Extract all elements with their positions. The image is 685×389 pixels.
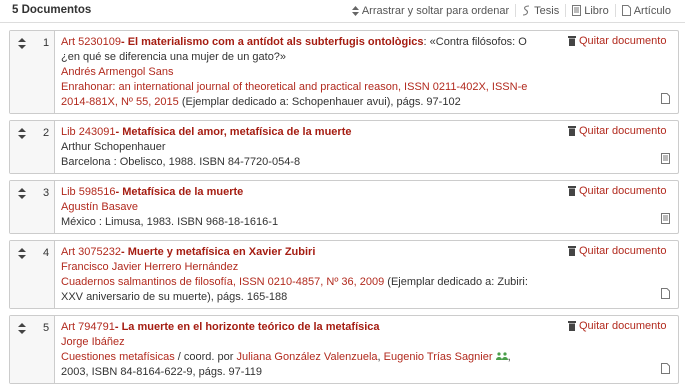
remove-document-button[interactable]: Quitar documento <box>568 35 666 47</box>
doc-title-link[interactable]: La muerte en el horizonte teórico de la … <box>122 321 380 333</box>
coordinator-link[interactable]: Juliana González Valenzuela <box>236 351 377 363</box>
filter-tesis-label: Tesis <box>534 4 560 17</box>
drag-arrows-icon[interactable] <box>18 248 26 262</box>
article-icon <box>661 288 670 302</box>
article-icon <box>661 93 670 107</box>
remove-label: Quitar documento <box>579 125 667 137</box>
results-header: 5 Documentos Arrastrar y soltar para ord… <box>0 0 685 23</box>
doc-type: Lib <box>61 186 76 198</box>
filter-articulo-label: Artículo <box>633 4 671 17</box>
author-link[interactable]: Francisco Javier Herrero Hernández <box>61 261 238 273</box>
sort-control[interactable]: Arrastrar y soltar para ordenar <box>346 5 515 17</box>
drag-handle[interactable]: 3 <box>10 181 55 233</box>
remove-document-button[interactable]: Quitar documento <box>568 185 666 197</box>
doc-type: Art <box>61 36 76 48</box>
doc-type: Art <box>61 321 76 333</box>
document-item[interactable]: 1 Art 5230109- El materialismo com a ant… <box>9 30 679 114</box>
item-number: 5 <box>43 322 50 334</box>
document-item[interactable]: 2 Lib 243091- Metafísica del amor, metaf… <box>9 120 679 174</box>
filter-articulo[interactable]: Artículo <box>616 5 677 17</box>
doc-type: Lib <box>61 126 76 138</box>
trash-icon <box>568 186 576 196</box>
trash-icon <box>568 126 576 136</box>
drag-handle[interactable]: 4 <box>10 241 55 308</box>
remove-document-button[interactable]: Quitar documento <box>568 125 666 137</box>
document-item[interactable]: 5 Art 794791- La muerte en el horizonte … <box>9 315 679 384</box>
trash-icon <box>568 36 576 46</box>
issue-link[interactable]: Nº 55, 2015 <box>121 96 179 108</box>
drag-arrows-icon[interactable] <box>18 128 26 142</box>
document-item[interactable]: 3 Lib 598516- Metafísica de la muerte Ag… <box>9 180 679 234</box>
item-number: 1 <box>43 37 50 49</box>
doc-title-link[interactable]: El materialismo com a antídot als subter… <box>128 36 424 48</box>
publication-info: México : Limusa, 1983. ISBN 968-18-1616-… <box>61 216 279 228</box>
toolbar: Arrastrar y soltar para ordenar Tesis Li… <box>346 4 677 17</box>
doc-title-link[interactable]: Muerte y metafísica en Xavier Zubiri <box>128 246 316 258</box>
drag-handle[interactable]: 1 <box>10 31 55 113</box>
publication-info: Barcelona : Obelisco, 1988. ISBN 84-7720… <box>61 156 301 168</box>
author-link[interactable]: Jorge Ibáñez <box>61 336 125 348</box>
coord-prefix: / coord. por <box>174 351 237 363</box>
drag-arrows-icon[interactable] <box>18 323 26 337</box>
doc-id: 3075232 <box>78 246 121 258</box>
remove-label: Quitar documento <box>579 320 667 332</box>
doc-id: 5230109 <box>78 36 121 48</box>
thesis-icon <box>522 5 531 16</box>
doc-id: 243091 <box>78 126 116 138</box>
remove-label: Quitar documento <box>579 245 667 257</box>
doc-type: Art <box>61 246 76 258</box>
document-count: 5 Documentos <box>12 4 92 16</box>
remove-document-button[interactable]: Quitar documento <box>568 320 666 332</box>
drag-handle[interactable]: 5 <box>10 316 55 383</box>
filter-libro-label: Libro <box>584 4 609 17</box>
author-link[interactable]: Agustín Basave <box>61 201 138 213</box>
source-link[interactable]: Cuestiones metafísicas <box>61 351 175 363</box>
author-link[interactable]: Andrés Armengol Sans <box>61 66 174 78</box>
source-tail: (Ejemplar dedicado a: Schopenhauer avui)… <box>178 96 461 108</box>
book-icon <box>661 213 670 227</box>
doc-id: 794791 <box>78 321 115 333</box>
coordinator-link[interactable]: Eugenio Trías Sagnier <box>384 351 493 363</box>
trash-icon <box>568 246 576 256</box>
sort-label: Arrastrar y soltar para ordenar <box>361 4 510 17</box>
drag-handle[interactable]: 2 <box>10 121 55 173</box>
source-issn: , ISSN 0210-4857, <box>232 276 327 288</box>
doc-id: 598516 <box>78 186 116 198</box>
doc-title-link[interactable]: Metafísica de la muerte <box>122 186 243 198</box>
collaborators-icon[interactable] <box>495 351 508 363</box>
issue-link[interactable]: Nº 36, 2009 <box>326 276 384 288</box>
author-name: Arthur Schopenhauer <box>61 141 166 153</box>
document-item[interactable]: 4 Art 3075232- Muerte y metafísica en Xa… <box>9 240 679 309</box>
trash-icon <box>568 321 576 331</box>
drag-arrows-icon[interactable] <box>18 188 26 202</box>
filter-tesis[interactable]: Tesis <box>516 5 565 17</box>
doc-title-link[interactable]: Metafísica del amor, metafísica de la mu… <box>122 126 351 138</box>
sort-arrows-icon <box>351 5 359 16</box>
item-number: 3 <box>43 187 50 199</box>
remove-label: Quitar documento <box>579 185 667 197</box>
source-link[interactable]: Cuadernos salmantinos de filosofía <box>61 276 233 288</box>
item-number: 4 <box>43 247 50 259</box>
article-icon <box>661 363 670 377</box>
article-icon <box>621 5 631 16</box>
book-icon <box>572 5 582 16</box>
book-icon <box>661 153 670 167</box>
item-number: 2 <box>43 127 50 139</box>
filter-libro[interactable]: Libro <box>566 5 614 17</box>
source-link[interactable]: Enrahonar: an international journal of t… <box>61 81 398 93</box>
remove-document-button[interactable]: Quitar documento <box>568 245 666 257</box>
drag-arrows-icon[interactable] <box>18 38 26 52</box>
remove-label: Quitar documento <box>579 35 667 47</box>
